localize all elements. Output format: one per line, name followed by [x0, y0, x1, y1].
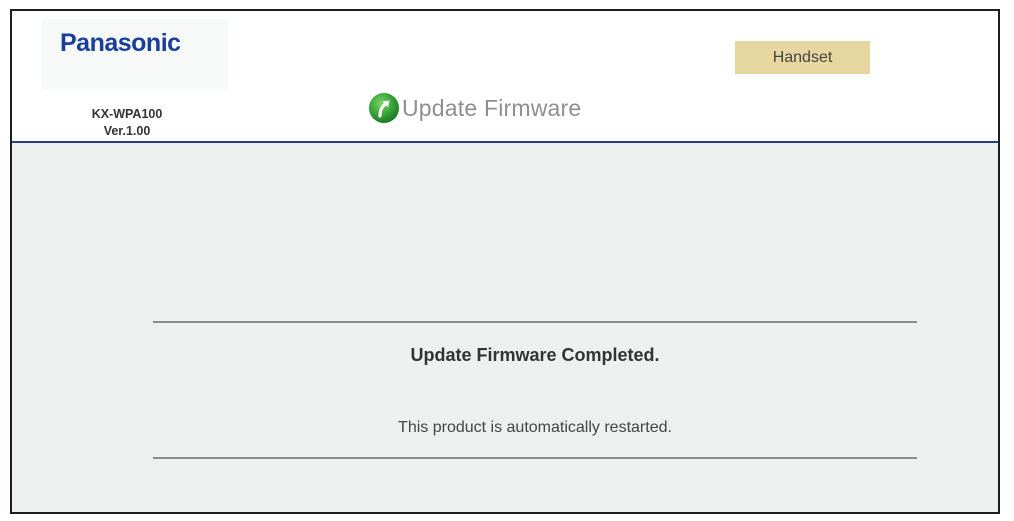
main-frame: Panasonic KX-WPA100 Ver.1.00 Handset Upd: [10, 9, 1000, 514]
message-top-divider: [153, 321, 917, 323]
page-title: Update Firmware: [402, 94, 582, 121]
completion-message: Update Firmware Completed.: [410, 345, 660, 365]
header: Panasonic KX-WPA100 Ver.1.00 Handset Upd: [12, 11, 998, 143]
firmware-version: Ver.1.00: [103, 124, 151, 138]
content-area: Update Firmware Completed. This product …: [12, 143, 998, 512]
model-info: KX-WPA100 Ver.1.00: [52, 106, 202, 140]
message-bottom-divider: [153, 457, 917, 459]
page-title-area: Update Firmware: [368, 90, 581, 126]
update-arrow-icon: [369, 93, 399, 123]
restart-notice: This product is automatically restarted.: [398, 419, 672, 436]
handset-button[interactable]: Handset: [735, 41, 870, 74]
panasonic-logo: Panasonic: [60, 29, 181, 57]
model-name: KX-WPA100: [91, 107, 163, 121]
